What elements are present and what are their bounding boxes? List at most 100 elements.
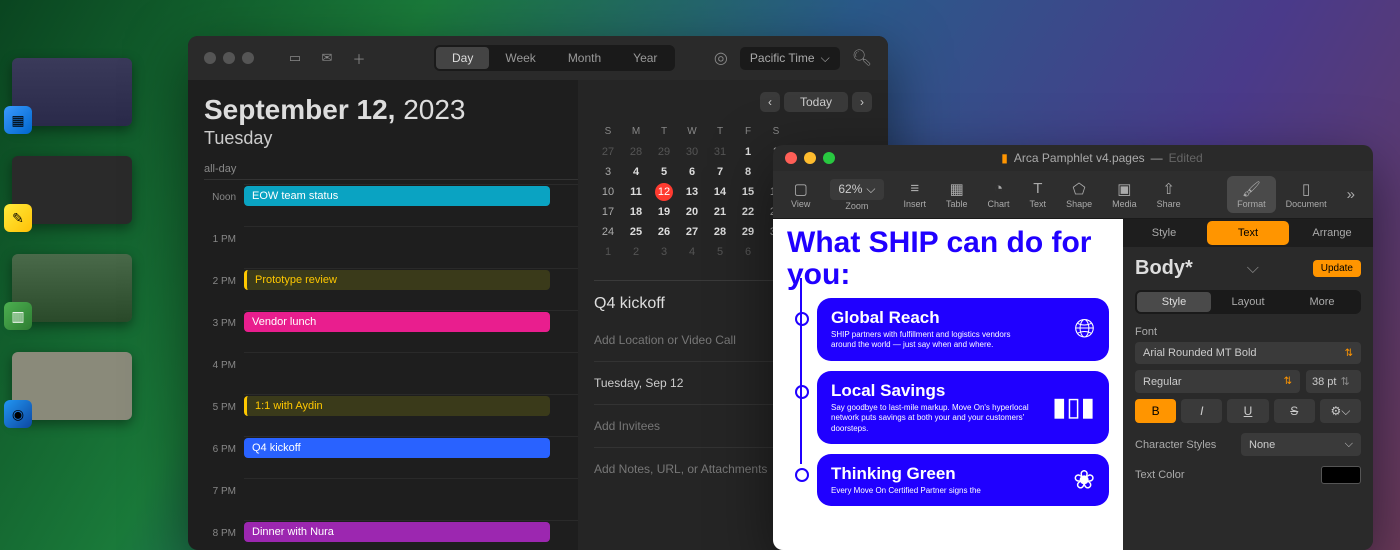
minical-day[interactable]: 18 xyxy=(622,202,650,222)
calendar-event[interactable]: 1:1 with Aydin xyxy=(244,396,550,416)
document-button[interactable]: ▯Document xyxy=(1276,180,1337,209)
chart-button[interactable]: ◔Chart xyxy=(978,180,1020,209)
more-button[interactable]: » xyxy=(1337,186,1365,204)
minical-day[interactable]: 5 xyxy=(650,162,678,182)
italic-button[interactable]: I xyxy=(1181,399,1222,423)
thumb-preview[interactable]: ◉ xyxy=(12,352,132,420)
minical-day[interactable]: 4 xyxy=(678,242,706,262)
minical-day[interactable]: 7 xyxy=(706,162,734,182)
doc-card-1: Global ReachSHIP partners with fulfillme… xyxy=(817,298,1109,361)
calendar-event[interactable]: EOW team status xyxy=(244,186,550,206)
minical-day[interactable]: 30 xyxy=(678,142,706,162)
search-icon[interactable]: 🔍︎ xyxy=(852,48,872,68)
minical-day[interactable]: 25 xyxy=(622,222,650,242)
tab-text[interactable]: Text xyxy=(1207,221,1289,245)
minical-day[interactable]: 31 xyxy=(706,142,734,162)
view-year[interactable]: Year xyxy=(617,47,673,69)
view-week[interactable]: Week xyxy=(489,47,551,69)
subtab-style[interactable]: Style xyxy=(1137,292,1211,312)
minical-day[interactable]: 24 xyxy=(594,222,622,242)
share-button[interactable]: ⇧Share xyxy=(1147,180,1191,209)
char-styles-label: Character Styles xyxy=(1135,439,1216,451)
calendar-event[interactable]: Vendor lunch xyxy=(244,312,550,332)
insert-button[interactable]: ≡Insert xyxy=(894,180,937,209)
zoom-select[interactable]: 62% ⌵Zoom xyxy=(820,179,893,211)
bold-button[interactable]: B xyxy=(1135,399,1176,423)
view-day[interactable]: Day xyxy=(436,47,489,69)
thumb-keynote[interactable]: ▦ xyxy=(12,58,132,126)
minical-day[interactable]: 1 xyxy=(594,242,622,262)
thumb-numbers[interactable]: ▥ xyxy=(12,254,132,322)
minical-day[interactable]: 20 xyxy=(678,202,706,222)
minical-day[interactable]: 1 xyxy=(734,142,762,162)
minical-day[interactable]: 11 xyxy=(622,182,650,202)
minical-day[interactable]: 4 xyxy=(622,162,650,182)
format-button[interactable]: 🖌Format xyxy=(1227,176,1276,213)
tab-arrange[interactable]: Arrange xyxy=(1291,219,1373,247)
calendars-button[interactable]: ▭ xyxy=(282,47,308,69)
font-label: Font xyxy=(1135,326,1361,338)
minical-day[interactable]: 3 xyxy=(594,162,622,182)
minical-day[interactable]: 6 xyxy=(678,162,706,182)
minical-day[interactable]: 27 xyxy=(678,222,706,242)
view-button[interactable]: ▢View xyxy=(781,180,820,209)
text-button[interactable]: TText xyxy=(1020,180,1057,209)
minical-day[interactable]: 12 xyxy=(655,183,673,201)
calendar-event[interactable]: Prototype review xyxy=(244,270,550,290)
calendar-event[interactable]: Q4 kickoff xyxy=(244,438,550,458)
minical-day[interactable]: 14 xyxy=(706,182,734,202)
minical-day[interactable]: 10 xyxy=(594,182,622,202)
minical-day[interactable]: 28 xyxy=(622,142,650,162)
table-button[interactable]: ▦Table xyxy=(936,180,978,209)
minical-day[interactable]: 19 xyxy=(650,202,678,222)
minical-day[interactable]: 29 xyxy=(734,222,762,242)
minical-day[interactable]: 29 xyxy=(650,142,678,162)
minical-day[interactable]: 17 xyxy=(594,202,622,222)
advanced-font-button[interactable]: ⚙⌵ xyxy=(1320,399,1361,423)
timezone-select[interactable]: Pacific Time⌵ xyxy=(740,47,840,70)
text-color-swatch[interactable] xyxy=(1321,466,1361,484)
traffic-lights[interactable] xyxy=(785,152,835,164)
subtab-layout[interactable]: Layout xyxy=(1211,292,1285,312)
minical-day[interactable]: 15 xyxy=(734,182,762,202)
thumb-notes[interactable]: ✎ xyxy=(12,156,132,224)
minical-day[interactable]: 13 xyxy=(678,182,706,202)
underline-button[interactable]: U xyxy=(1227,399,1268,423)
subtab-more[interactable]: More xyxy=(1285,292,1359,312)
calendar-event[interactable]: Dinner with Nura xyxy=(244,522,550,542)
next-button[interactable]: › xyxy=(852,92,872,112)
view-segmented[interactable]: Day Week Month Year xyxy=(434,45,675,71)
minical-day[interactable]: 5 xyxy=(706,242,734,262)
minical-day[interactable]: 8 xyxy=(734,162,762,182)
inbox-button[interactable]: ✉ xyxy=(314,47,340,69)
timeline[interactable]: NoonEOW team status1 PM2 PMPrototype rev… xyxy=(204,184,578,550)
minical-day[interactable]: 22 xyxy=(734,202,762,222)
availability-icon[interactable]: ◎ xyxy=(714,48,728,68)
tab-style[interactable]: Style xyxy=(1123,219,1205,247)
minical-day[interactable]: 21 xyxy=(706,202,734,222)
today-button[interactable]: Today xyxy=(784,92,848,112)
prev-button[interactable]: ‹ xyxy=(760,92,780,112)
update-style-button[interactable]: Update xyxy=(1313,260,1361,277)
minical-day[interactable]: 3 xyxy=(650,242,678,262)
font-size-field[interactable]: 38 pt⇅ xyxy=(1306,370,1361,393)
minical-day[interactable]: 2 xyxy=(622,242,650,262)
minical-day[interactable]: 26 xyxy=(650,222,678,242)
char-style-select[interactable]: None⌵ xyxy=(1241,433,1361,456)
minical-day[interactable]: 28 xyxy=(706,222,734,242)
minical-day[interactable]: 6 xyxy=(734,242,762,262)
minical-day[interactable]: 27 xyxy=(594,142,622,162)
doc-heading: What SHIP can do for you: xyxy=(787,227,1109,290)
media-button[interactable]: ▣Media xyxy=(1102,180,1147,209)
shape-button[interactable]: ⬠Shape xyxy=(1056,180,1102,209)
strike-button[interactable]: S xyxy=(1274,399,1315,423)
document-canvas[interactable]: What SHIP can do for you: Global ReachSH… xyxy=(773,219,1123,550)
traffic-lights[interactable] xyxy=(204,52,254,64)
view-month[interactable]: Month xyxy=(552,47,617,69)
font-weight-select[interactable]: Regular xyxy=(1135,370,1300,393)
hour-label: 4 PM xyxy=(204,352,244,371)
text-color-label: Text Color xyxy=(1135,469,1185,481)
font-family-select[interactable]: Arial Rounded MT Bold xyxy=(1135,342,1361,364)
paragraph-style[interactable]: Body* xyxy=(1135,257,1193,280)
add-event-button[interactable]: ＋ xyxy=(346,47,372,69)
